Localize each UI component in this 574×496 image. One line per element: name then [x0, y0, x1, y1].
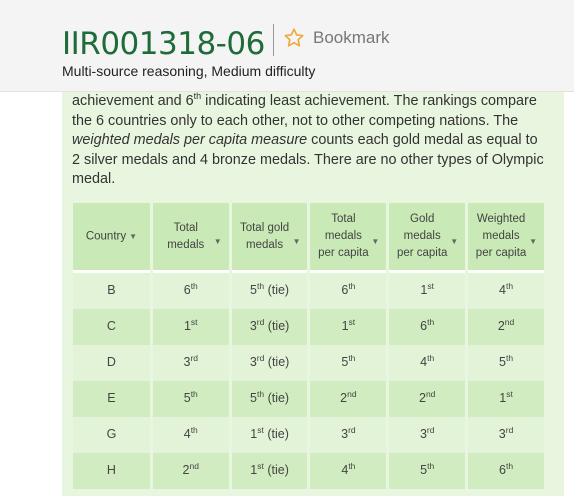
- column-header-sortable[interactable]: Total gold medals ▼: [231, 203, 308, 273]
- passage-line: 2 silver medals and 4 bronze medals. The…: [72, 151, 544, 168]
- bookmark-label: Bookmark: [313, 28, 390, 47]
- sort-caret-icon[interactable]: ▼: [371, 233, 379, 250]
- country-cell: B: [73, 273, 150, 309]
- rankings-table-wrap: Country ▼ Total medals ▼ Total gold medals ▼ Tot…: [72, 203, 547, 489]
- table-row: D 3rd 3rd (tie) 5th 4th 5th: [73, 345, 544, 381]
- table-body: B 6th 5th (tie) 6th 1st 4th C 1st 3rd (tie) 1st 6t…: [73, 273, 544, 489]
- column-header-sortable[interactable]: Country ▼: [73, 203, 150, 273]
- column-header-label: Gold medals per capita: [396, 213, 448, 259]
- sort-caret-icon[interactable]: ▼: [129, 232, 137, 241]
- rank-cell: 1st: [468, 381, 544, 417]
- rank-cell: 3rd: [468, 417, 544, 453]
- column-header-label: Total medals: [167, 221, 205, 251]
- rank-cell: 5th: [389, 453, 466, 489]
- rank-cell: 3rd (tie): [231, 309, 308, 345]
- column-header-label: Total gold medals: [239, 221, 290, 251]
- passage-text: achievement and 6th indicating least ach…: [72, 92, 552, 190]
- column-header-sortable[interactable]: Total medals ▼: [152, 203, 229, 273]
- rank-cell: 1st (tie): [231, 453, 308, 489]
- rank-cell: 6th: [310, 273, 387, 309]
- rank-cell: 4th: [310, 453, 387, 489]
- rank-cell: 5th (tie): [231, 273, 308, 309]
- header-divider: [273, 24, 274, 56]
- country-cell: G: [73, 417, 150, 453]
- source-panel: achievement and 6th indicating least ach…: [62, 70, 564, 496]
- passage-line: achievement and 6th indicating least ach…: [72, 91, 537, 109]
- rank-cell: 6th: [389, 309, 466, 345]
- rank-cell: 3rd: [310, 417, 387, 453]
- table-row: H 2nd 1st (tie) 4th 5th 6th: [73, 453, 544, 489]
- sort-caret-icon[interactable]: ▼: [529, 233, 537, 250]
- rank-cell: 2nd: [152, 453, 229, 489]
- country-cell: C: [73, 309, 150, 345]
- star-icon: [284, 28, 304, 47]
- column-header-sortable[interactable]: Weighted medals per capita ▼: [468, 203, 544, 273]
- bookmark-button[interactable]: Bookmark: [283, 27, 390, 49]
- column-header-label: Total medals per capita: [318, 213, 369, 259]
- sort-caret-icon[interactable]: ▼: [293, 233, 301, 250]
- rank-cell: 4th: [389, 345, 466, 381]
- rank-cell: 5th: [152, 381, 229, 417]
- rank-cell: 6th: [152, 273, 229, 309]
- country-cell: D: [73, 345, 150, 381]
- table-row: C 1st 3rd (tie) 1st 6th 2nd: [73, 309, 544, 345]
- rank-cell: 2nd: [468, 309, 544, 345]
- table-row: B 6th 5th (tie) 6th 1st 4th: [73, 273, 544, 309]
- table-row: E 5th 5th (tie) 2nd 2nd 1st: [73, 381, 544, 417]
- column-header-label: Country: [85, 230, 127, 243]
- rank-cell: 4th: [468, 273, 544, 309]
- passage-line: medal.: [72, 171, 116, 188]
- column-header-sortable[interactable]: Total medals per capita ▼: [310, 203, 387, 273]
- table-row: G 4th 1st (tie) 3rd 3rd 3rd: [73, 417, 544, 453]
- rank-cell: 2nd: [389, 381, 466, 417]
- rank-cell: 1st: [310, 309, 387, 345]
- sort-caret-icon[interactable]: ▼: [450, 233, 458, 250]
- column-header-label: Weighted medals per capita: [475, 213, 527, 259]
- question-subtitle: Multi-source reasoning, Medium difficult…: [62, 63, 316, 79]
- table-header-row: Country ▼ Total medals ▼ Total gold medals ▼ Tot…: [73, 203, 544, 273]
- rank-cell: 4th: [152, 417, 229, 453]
- question-header: IIR001318-06 Bookmark Multi-source reaso…: [0, 0, 574, 92]
- rank-cell: 5th (tie): [231, 381, 308, 417]
- rank-cell: 1st: [152, 309, 229, 345]
- rank-cell: 6th: [468, 453, 544, 489]
- rank-cell: 2nd: [310, 381, 387, 417]
- rank-cell: 5th: [468, 345, 544, 381]
- country-cell: H: [73, 453, 150, 489]
- rankings-table: Country ▼ Total medals ▼ Total gold medals ▼ Tot…: [70, 203, 547, 489]
- rank-cell: 1st (tie): [231, 417, 308, 453]
- rank-cell: 3rd (tie): [231, 345, 308, 381]
- rank-cell: 5th: [310, 345, 387, 381]
- rank-cell: 3rd: [389, 417, 466, 453]
- country-cell: E: [73, 381, 150, 417]
- rank-cell: 1st: [389, 273, 466, 309]
- rank-cell: 3rd: [152, 345, 229, 381]
- passage-line: the 6 countries only to each other, not …: [72, 112, 519, 129]
- column-header-sortable[interactable]: Gold medals per capita ▼: [389, 203, 466, 273]
- passage-line: weighted medals per capita measure count…: [72, 132, 538, 149]
- question-id-title: IIR001318-06: [62, 26, 265, 62]
- sort-caret-icon[interactable]: ▼: [214, 233, 222, 250]
